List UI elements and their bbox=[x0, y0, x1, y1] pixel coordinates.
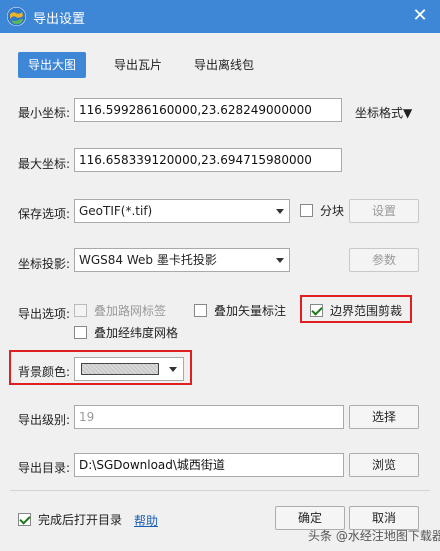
settings-button[interactable]: 设置 bbox=[349, 199, 419, 223]
save-format-value: GeoTIF(*.tif) bbox=[79, 204, 153, 218]
title-bar: 导出设置 ✕ bbox=[0, 0, 440, 33]
open-after-checkbox[interactable] bbox=[18, 513, 31, 526]
min-coord-label: 最小坐标: bbox=[18, 106, 71, 120]
tile-checkbox-label: 分块 bbox=[320, 204, 345, 218]
watermark: 头条 @水经注地图下载器 bbox=[308, 529, 440, 543]
chevron-down-icon bbox=[276, 209, 284, 214]
road-labels-checkbox[interactable] bbox=[74, 304, 87, 317]
globe-icon bbox=[7, 7, 26, 26]
vector-labels-checkbox[interactable] bbox=[194, 304, 207, 317]
window-title: 导出设置 bbox=[33, 12, 86, 27]
road-labels-option: 叠加路网标签 bbox=[74, 303, 184, 319]
close-icon[interactable]: ✕ bbox=[410, 6, 430, 26]
export-dir-input[interactable]: D:\SGDownload\城西街道 bbox=[74, 453, 344, 477]
coord-format-dropdown[interactable]: 坐标格式▼ bbox=[355, 104, 412, 121]
bg-color-select[interactable] bbox=[74, 357, 184, 381]
divider bbox=[10, 490, 430, 491]
export-options-label: 导出选项: bbox=[18, 307, 71, 321]
road-labels-label: 叠加路网标签 bbox=[94, 304, 167, 318]
tab-export-offline-package[interactable]: 导出离线包 bbox=[184, 52, 264, 78]
choose-level-button[interactable]: 选择 bbox=[349, 405, 419, 429]
export-level-input[interactable]: 19 bbox=[74, 405, 344, 429]
projection-select[interactable]: WGS84 Web 墨卡托投影 bbox=[74, 248, 290, 272]
min-coord-input[interactable]: 116.599286160000,23.628249000000 bbox=[74, 98, 342, 122]
max-coord-input[interactable]: 116.658339120000,23.694715980000 bbox=[74, 148, 342, 172]
graticule-checkbox[interactable] bbox=[74, 326, 87, 339]
tab-export-tiles[interactable]: 导出瓦片 bbox=[104, 52, 172, 78]
bg-color-label: 背景颜色: bbox=[18, 365, 71, 379]
clip-checkbox[interactable] bbox=[310, 304, 323, 317]
projection-value: WGS84 Web 墨卡托投影 bbox=[79, 253, 217, 267]
save-format-select[interactable]: GeoTIF(*.tif) bbox=[74, 199, 290, 223]
vector-labels-label: 叠加矢量标注 bbox=[214, 304, 287, 318]
open-after-label: 完成后打开目录 bbox=[38, 513, 123, 527]
tile-checkbox[interactable] bbox=[300, 204, 313, 217]
max-coord-label: 最大坐标: bbox=[18, 157, 71, 171]
export-dir-label: 导出目录: bbox=[18, 461, 71, 475]
chevron-down-icon bbox=[169, 367, 177, 372]
vector-labels-option: 叠加矢量标注 bbox=[194, 303, 304, 319]
params-button[interactable]: 参数 bbox=[349, 248, 419, 272]
projection-label: 坐标投影: bbox=[18, 257, 71, 271]
graticule-label: 叠加经纬度网格 bbox=[94, 326, 179, 340]
tile-checkbox-group: 分块 bbox=[300, 203, 350, 219]
help-link[interactable]: 帮助 bbox=[134, 512, 158, 529]
chevron-down-icon bbox=[276, 258, 284, 263]
color-swatch bbox=[81, 363, 159, 375]
save-option-label: 保存选项: bbox=[18, 207, 71, 221]
tab-export-large-image[interactable]: 导出大图 bbox=[18, 52, 87, 78]
export-level-label: 导出级别: bbox=[18, 413, 71, 427]
graticule-option: 叠加经纬度网格 bbox=[74, 325, 194, 341]
clip-option: 边界范围剪裁 bbox=[310, 303, 410, 319]
clip-label: 边界范围剪裁 bbox=[330, 304, 403, 318]
browse-button[interactable]: 浏览 bbox=[349, 453, 419, 477]
open-after-option: 完成后打开目录 bbox=[18, 512, 148, 528]
